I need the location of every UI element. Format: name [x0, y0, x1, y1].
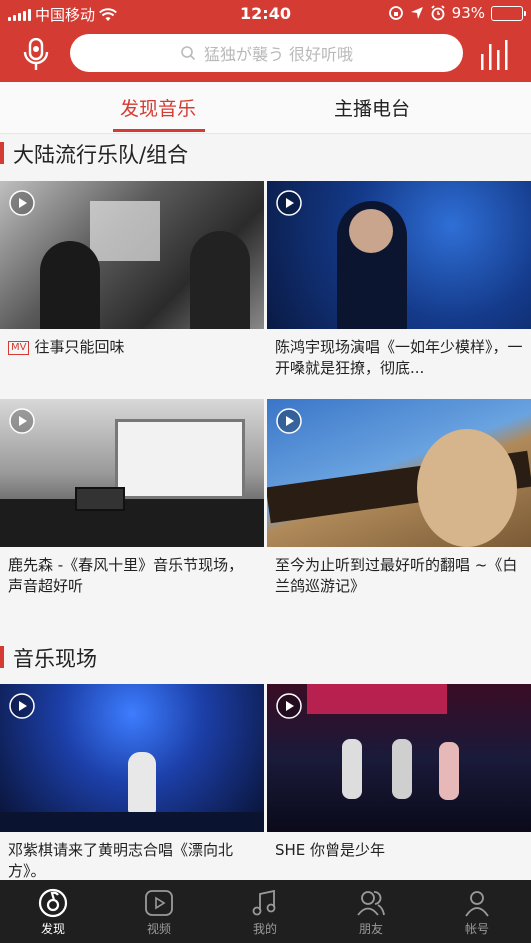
- nav-mine[interactable]: 我的: [212, 880, 318, 943]
- search-icon: [181, 46, 196, 61]
- video-card[interactable]: 至今为止听到过最好听的翻唱 ~《白兰鸽巡游记》: [267, 399, 531, 597]
- video-play-icon: [145, 890, 173, 916]
- section-title: 大陆流行乐队/组合: [0, 139, 188, 169]
- friends-icon: [357, 891, 385, 916]
- video-card[interactable]: MV 往事只能回味: [0, 181, 264, 358]
- play-icon: [9, 693, 35, 719]
- nav-label: 我的: [252, 922, 277, 936]
- play-icon: [276, 190, 302, 216]
- nav-label: 朋友: [358, 922, 383, 936]
- nav-account[interactable]: 帐号: [424, 880, 530, 943]
- nav-discover[interactable]: 发现: [0, 880, 106, 943]
- microphone-icon[interactable]: [20, 38, 52, 72]
- video-title: 陈鸿宇现场演唱《一如年少模样》，一开嗓就是狂撩，彻底...: [275, 338, 523, 377]
- video-title: 往事只能回味: [34, 338, 125, 356]
- play-icon: [276, 408, 302, 434]
- battery-icon: [491, 5, 526, 21]
- section-title: 音乐现场: [0, 643, 97, 673]
- video-thumbnail[interactable]: [0, 399, 264, 547]
- tab-discover-music[interactable]: 发现音乐: [120, 94, 196, 121]
- video-card[interactable]: SHE 你曾是少年: [267, 684, 531, 861]
- netease-music-icon: [38, 888, 68, 918]
- video-thumbnail[interactable]: [267, 684, 531, 832]
- nav-label: 发现: [40, 922, 65, 936]
- video-thumbnail[interactable]: [0, 181, 264, 329]
- video-title: 邓紫棋请来了黄明志合唱《漂向北方》。: [8, 841, 234, 880]
- nav-video[interactable]: 视频: [106, 880, 212, 943]
- top-tabs: 发现音乐 主播电台: [0, 82, 531, 134]
- play-icon: [9, 408, 35, 434]
- video-title: SHE 你曾是少年: [275, 841, 386, 859]
- search-bar[interactable]: 猛独が襲う 很好听哦: [70, 34, 463, 72]
- status-bar: 中国移动 12:40 93%: [0, 0, 531, 28]
- tab-anchor-radio[interactable]: 主播电台: [334, 94, 410, 121]
- video-card[interactable]: 鹿先森 -《春风十里》音乐节现场，声音超好听: [0, 399, 264, 597]
- battery-percent: 93%: [451, 4, 485, 22]
- play-icon: [9, 190, 35, 216]
- search-placeholder: 猛独が襲う 很好听哦: [203, 45, 354, 64]
- lock-rotation-icon: [388, 6, 403, 20]
- video-card[interactable]: 邓紫棋请来了黄明志合唱《漂向北方》。: [0, 684, 264, 882]
- location-icon: [410, 7, 423, 19]
- alarm-icon: [431, 5, 445, 21]
- nav-friends[interactable]: 朋友: [318, 880, 424, 943]
- video-title: 至今为止听到过最好听的翻唱 ~《白兰鸽巡游记》: [275, 556, 518, 595]
- tab-active-indicator: [113, 129, 205, 132]
- nav-label: 视频: [146, 922, 171, 936]
- video-card[interactable]: 陈鸿宇现场演唱《一如年少模样》，一开嗓就是狂撩，彻底...: [267, 181, 531, 379]
- bottom-nav: 发现 视频 我的 朋友 帐号: [0, 880, 531, 943]
- video-thumbnail[interactable]: [267, 399, 531, 547]
- app-header: 中国移动 12:40 93% 猛独が襲う 很好听哦: [0, 0, 531, 82]
- equalizer-icon[interactable]: [479, 40, 511, 70]
- video-caption: MV 往事只能回味: [0, 329, 264, 358]
- video-thumbnail[interactable]: [0, 684, 264, 832]
- account-icon: [465, 891, 489, 917]
- video-title: 鹿先森 -《春风十里》音乐节现场，声音超好听: [8, 556, 244, 595]
- status-right: 93%: [388, 4, 526, 22]
- nav-label: 帐号: [464, 922, 489, 936]
- play-icon: [276, 693, 302, 719]
- mv-badge: MV: [8, 341, 30, 355]
- video-thumbnail[interactable]: [267, 181, 531, 329]
- music-note-icon: [252, 889, 276, 916]
